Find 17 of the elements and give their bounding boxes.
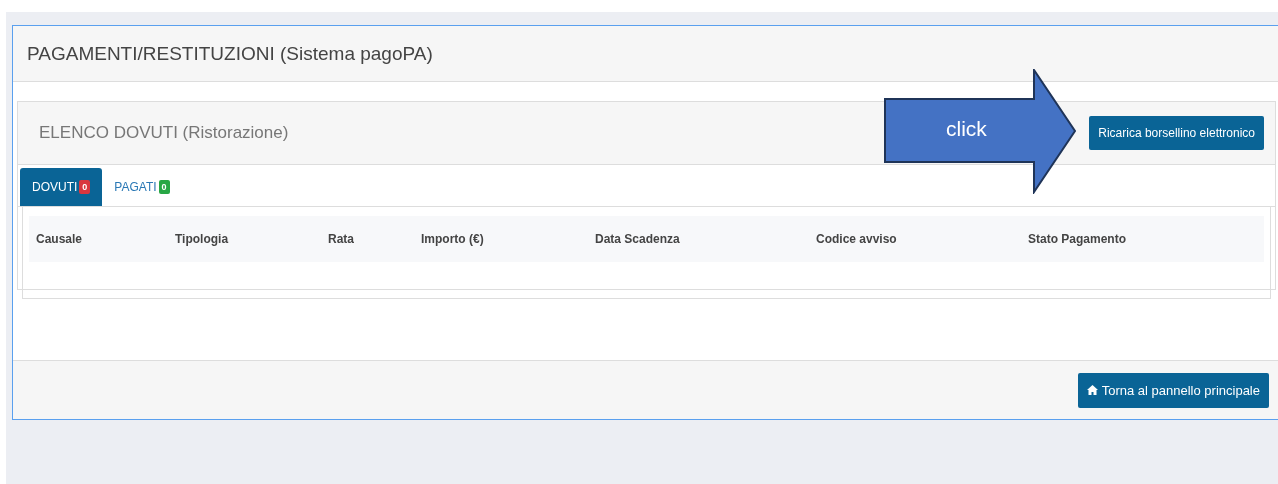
panel-title: PAGAMENTI/RESTITUZIONI (Sistema pagoPA) (27, 42, 433, 65)
column-header: Tipologia (175, 232, 230, 246)
count-badge: 0 (158, 180, 170, 194)
count-badge: 0 (79, 180, 91, 194)
tab[interactable]: PAGATI 0 (102, 168, 182, 206)
recharge-button[interactable]: Ricarica borsellino elettronico (1089, 116, 1264, 150)
column-header: Rata (328, 232, 355, 246)
section-title: ELENCO DOVUTI (Ristorazione) (39, 123, 289, 143)
home-icon (1086, 385, 1098, 395)
tab[interactable]: DOVUTI 0 (20, 168, 103, 206)
column-header: Codice avviso (816, 232, 898, 246)
column-header: Importo (€) (421, 232, 485, 246)
column-header: Stato Pagamento (1028, 232, 1127, 246)
home-button[interactable]: Torna al pannello principale (1077, 372, 1269, 408)
callout-label: click (946, 117, 987, 141)
column-header: Data Scadenza (595, 232, 681, 246)
column-header: Causale (36, 232, 84, 246)
